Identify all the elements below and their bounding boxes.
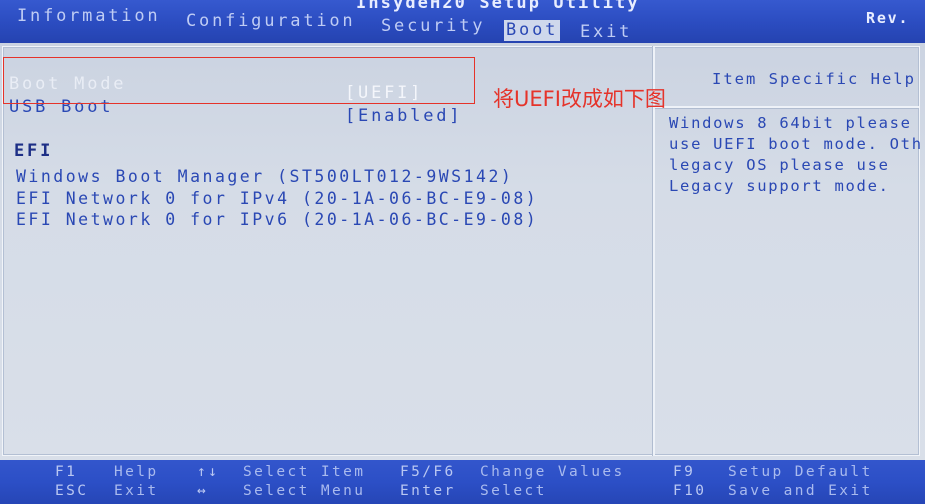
help-text-line: Legacy support mode. bbox=[669, 177, 890, 195]
annotation-note: 将UEFI改成如下图 bbox=[493, 87, 666, 111]
tab-information[interactable]: Information bbox=[17, 6, 160, 27]
key-legend-row: F1 Help ↑↓ Select Item F5/F6 Change Valu… bbox=[0, 463, 925, 482]
help-text-line: Windows 8 64bit please bbox=[669, 114, 912, 132]
main-panel: Boot Mode [UEFI] USB Boot [Enabled] EFI … bbox=[0, 43, 925, 460]
help-text-line: legacy OS please use bbox=[669, 156, 890, 174]
bios-setup-screen: InsydeH20 Setup Utility Rev. Information… bbox=[0, 0, 925, 504]
help-title: Item Specific Help bbox=[712, 70, 916, 88]
tab-configuration[interactable]: Configuration bbox=[186, 11, 355, 32]
tab-security[interactable]: Security bbox=[381, 16, 485, 37]
up-down-arrow-icon: ↑↓ bbox=[197, 464, 220, 480]
boot-entry[interactable]: Windows Boot Manager (ST500LT012-9WS142) bbox=[16, 167, 513, 187]
help-panel: Item Specific Help Windows 8 64bit pleas… bbox=[655, 43, 925, 460]
key-legend-row: ESC Exit ↔ Select Menu Enter Select F10 … bbox=[0, 482, 925, 501]
hint-action: Select Item bbox=[243, 464, 366, 480]
tab-boot[interactable]: Boot bbox=[504, 20, 561, 41]
header-bar: InsydeH20 Setup Utility Rev. Information… bbox=[0, 0, 925, 43]
hint-key: F1 bbox=[55, 464, 78, 480]
annotation-highlight-box bbox=[3, 57, 475, 104]
revision-label: Rev. bbox=[866, 9, 910, 27]
boot-entry[interactable]: EFI Network 0 for IPv6 (20-1A-06-BC-E9-0… bbox=[16, 210, 538, 230]
hint-action: Select bbox=[480, 483, 547, 499]
hint-key: Enter bbox=[400, 483, 456, 499]
left-right-arrow-icon: ↔ bbox=[197, 483, 209, 499]
hint-action: Setup Default bbox=[728, 464, 873, 480]
hint-key: F5/F6 bbox=[400, 464, 456, 480]
help-text-line: use UEFI boot mode. Oth bbox=[669, 135, 923, 153]
tab-exit[interactable]: Exit bbox=[580, 22, 632, 43]
hint-key: F9 bbox=[673, 464, 696, 480]
hint-action: Help bbox=[114, 464, 159, 480]
hint-action: Exit bbox=[114, 483, 159, 499]
setting-value[interactable]: [Enabled] bbox=[345, 106, 462, 126]
hint-key: F10 bbox=[673, 483, 707, 499]
key-legend-bar: F1 Help ↑↓ Select Item F5/F6 Change Valu… bbox=[0, 460, 925, 504]
hint-action: Select Menu bbox=[243, 483, 366, 499]
hint-key: ESC bbox=[55, 483, 89, 499]
hint-action: Change Values bbox=[480, 464, 625, 480]
utility-title: InsydeH20 Setup Utility bbox=[356, 0, 640, 13]
boot-entry[interactable]: EFI Network 0 for IPv4 (20-1A-06-BC-E9-0… bbox=[16, 189, 538, 209]
efi-section-heading: EFI bbox=[14, 141, 54, 161]
hint-action: Save and Exit bbox=[728, 483, 873, 499]
